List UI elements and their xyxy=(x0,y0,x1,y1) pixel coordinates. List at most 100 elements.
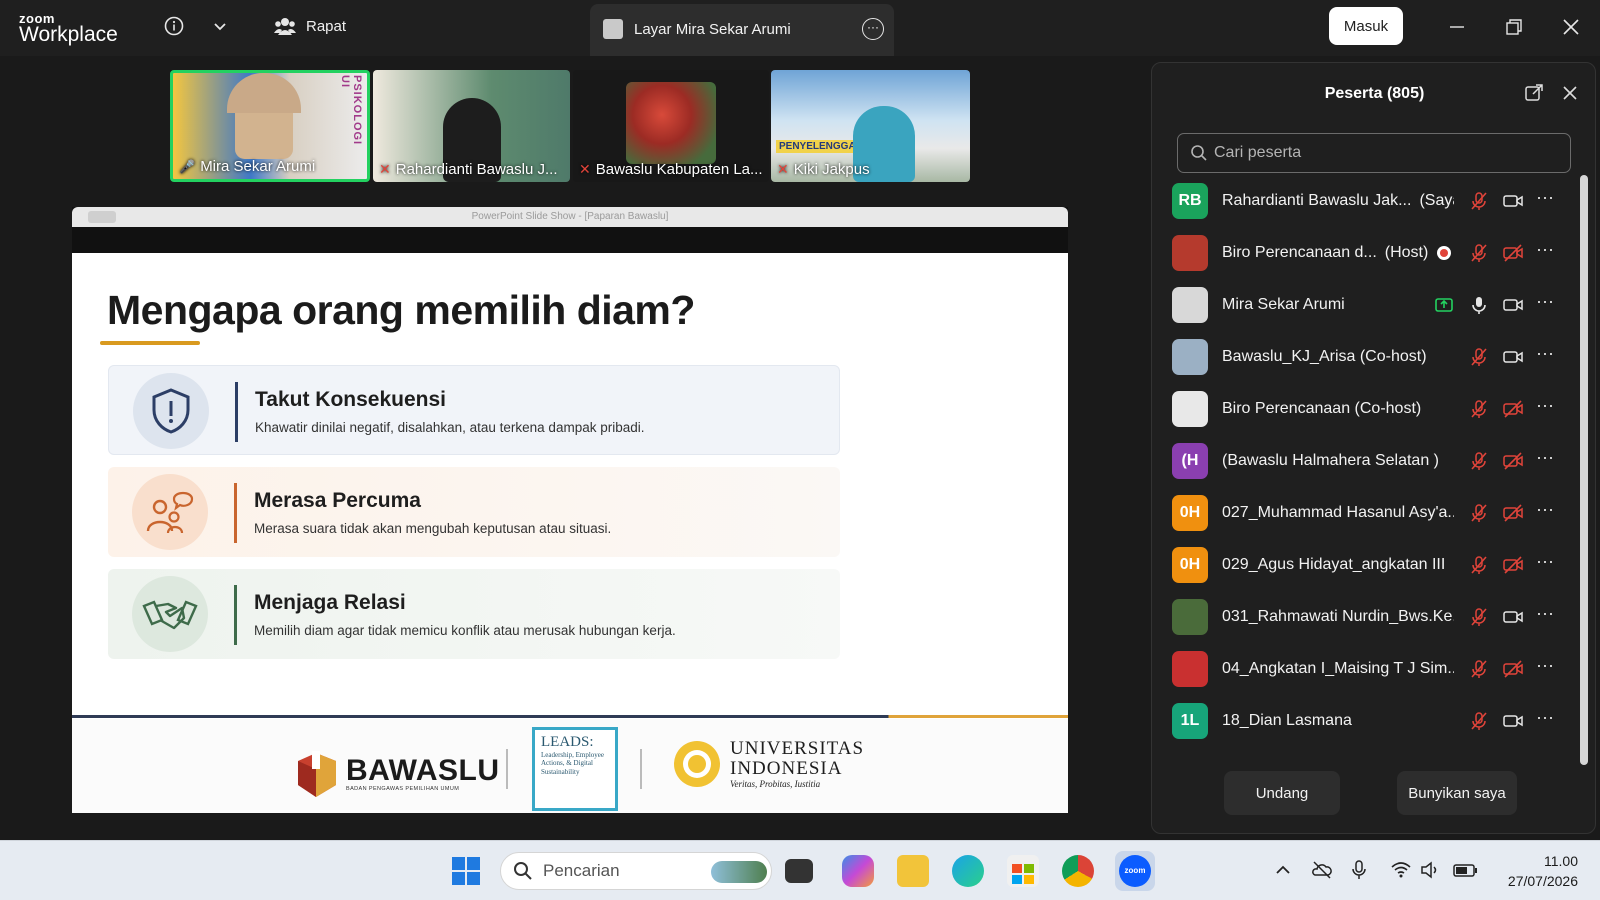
camera-off-icon[interactable] xyxy=(1503,451,1523,471)
microphone-muted-icon[interactable] xyxy=(1469,555,1489,575)
show-hidden-icons-icon[interactable] xyxy=(1272,859,1294,881)
bawaslu-logo: BAWASLU BADAN PENGAWAS PEMILIHAN UMUM xyxy=(294,749,500,799)
task-view-icon[interactable] xyxy=(785,859,813,883)
participant-more-icon[interactable]: ··· xyxy=(1536,343,1556,363)
minimize-icon[interactable] xyxy=(1446,16,1468,38)
participant-row[interactable]: (H (Bawaslu Halmahera Selatan ) ··· xyxy=(1172,435,1572,487)
screen-share-tab[interactable]: Layar Mira Sekar Arumi ··· xyxy=(590,4,894,56)
participant-more-icon[interactable]: ··· xyxy=(1536,551,1556,571)
participant-row[interactable]: Bawaslu_KJ_Arisa (Co-host) ··· xyxy=(1172,331,1572,383)
camera-icon[interactable] xyxy=(1503,607,1523,627)
participant-avatar xyxy=(1172,339,1208,375)
volume-icon[interactable] xyxy=(1419,859,1441,881)
chrome-browser-icon[interactable] xyxy=(1062,855,1094,887)
zoom-app-icon[interactable]: zoom xyxy=(1115,851,1155,891)
participant-row[interactable]: 1L 18_Dian Lasmana ··· xyxy=(1172,695,1572,747)
participant-more-icon[interactable]: ··· xyxy=(1536,239,1556,259)
participants-scrollbar[interactable] xyxy=(1580,175,1588,765)
microphone-muted-icon[interactable] xyxy=(1469,451,1489,471)
video-name-label: ✕ Rahardianti Bawaslu J... xyxy=(379,161,557,178)
onedrive-offline-icon[interactable] xyxy=(1311,859,1333,881)
video-name-label: ✕ Bawaslu Kabupaten La... xyxy=(579,161,763,178)
participant-row[interactable]: RB Rahardianti Bawaslu Jak... (Saya) ··· xyxy=(1172,175,1572,227)
participant-row[interactable]: Biro Perencanaan d... (Host) ··· xyxy=(1172,227,1572,279)
file-explorer-icon[interactable] xyxy=(897,855,929,887)
chevron-down-icon[interactable] xyxy=(208,14,232,38)
microphone-muted-icon[interactable] xyxy=(1469,399,1489,419)
participant-row[interactable]: Biro Perencanaan (Co-host) ··· xyxy=(1172,383,1572,435)
participant-row[interactable]: 0H 027_Muhammad Hasanul Asy'a... ··· xyxy=(1172,487,1572,539)
microphone-muted-icon[interactable] xyxy=(1469,607,1489,627)
microphone-muted-icon[interactable] xyxy=(1469,243,1489,263)
reason-card: Merasa Percuma Merasa suara tidak akan m… xyxy=(108,467,840,557)
participant-more-icon[interactable]: ··· xyxy=(1536,655,1556,675)
participant-more-icon[interactable]: ··· xyxy=(1536,707,1556,727)
microphone-muted-icon[interactable] xyxy=(1469,711,1489,731)
video-tile-active-speaker[interactable]: PSIKOLOGI UI 🎤 Mira Sekar Arumi xyxy=(170,70,370,182)
footer-divider xyxy=(72,715,1068,718)
battery-icon[interactable] xyxy=(1452,859,1480,881)
participant-avatar xyxy=(1172,287,1208,323)
close-window-icon[interactable] xyxy=(1560,16,1582,38)
microphone-icon[interactable] xyxy=(1469,295,1489,315)
participant-more-icon[interactable]: ··· xyxy=(1536,499,1556,519)
search-participants-input[interactable]: Cari peserta xyxy=(1177,133,1571,173)
participant-row[interactable]: 04_Angkatan I_Maising T J Sim... ··· xyxy=(1172,643,1572,695)
participant-more-icon[interactable]: ··· xyxy=(1536,603,1556,623)
more-options-icon[interactable]: ··· xyxy=(862,18,884,40)
participant-row[interactable]: 031_Rahmawati Nurdin_Bws.Ke... ··· xyxy=(1172,591,1572,643)
search-highlight-image xyxy=(711,861,767,883)
restore-icon[interactable] xyxy=(1503,16,1525,38)
logo-separator xyxy=(506,749,508,789)
reason-card: Takut Konsekuensi Khawatir dinilai negat… xyxy=(108,365,840,455)
camera-icon[interactable] xyxy=(1503,295,1523,315)
info-icon[interactable] xyxy=(162,14,186,38)
wifi-icon[interactable] xyxy=(1390,859,1412,881)
camera-off-icon[interactable] xyxy=(1503,243,1523,263)
meeting-menu[interactable]: Rapat xyxy=(274,16,346,36)
participant-row[interactable]: 0H 029_Agus Hidayat_angkatan III ··· xyxy=(1172,539,1572,591)
slide-footer-logos: BAWASLU BADAN PENGAWAS PEMILIHAN UMUM LE… xyxy=(72,719,1068,813)
participant-row[interactable]: Mira Sekar Arumi ··· xyxy=(1172,279,1572,331)
video-tile[interactable]: PENYELENGGARAAN ✕ Kiki Jakpus xyxy=(771,70,970,182)
microphone-muted-icon[interactable] xyxy=(1469,503,1489,523)
pop-out-icon[interactable] xyxy=(1524,83,1544,103)
camera-icon[interactable] xyxy=(1503,711,1523,731)
participant-name-text: 029_Agus Hidayat_angkatan III xyxy=(1222,556,1446,573)
camera-icon[interactable] xyxy=(1503,191,1523,211)
microsoft-store-icon[interactable] xyxy=(1007,855,1039,887)
sign-in-button[interactable]: Masuk xyxy=(1329,7,1403,45)
participant-name-text: Rahardianti Bawaslu Jak... xyxy=(1222,192,1412,209)
slide-title: Mengapa orang memilih diam? xyxy=(107,287,695,333)
start-button-icon[interactable] xyxy=(450,855,482,887)
camera-icon[interactable] xyxy=(1503,347,1523,367)
taskbar-search-input[interactable]: Pencarian xyxy=(500,852,772,890)
microphone-muted-icon[interactable] xyxy=(1469,347,1489,367)
invite-button[interactable]: Undang xyxy=(1224,771,1340,815)
microphone-muted-icon[interactable] xyxy=(1469,659,1489,679)
camera-off-icon[interactable] xyxy=(1503,399,1523,419)
card-title: Takut Konsekuensi xyxy=(255,388,446,411)
participant-name-text: (Bawaslu Halmahera Selatan ) xyxy=(1222,452,1439,469)
system-clock[interactable]: 11.00 27/07/2026 xyxy=(1498,852,1578,891)
participant-more-icon[interactable]: ··· xyxy=(1536,187,1556,207)
participant-more-icon[interactable]: ··· xyxy=(1536,291,1556,311)
edge-browser-icon[interactable] xyxy=(952,855,984,887)
video-tile[interactable]: ✕ Rahardianti Bawaslu J... xyxy=(373,70,570,182)
participant-name-text: Bawaslu_KJ_Arisa (Co-host) xyxy=(1222,348,1427,365)
close-panel-icon[interactable] xyxy=(1560,83,1580,103)
camera-off-icon[interactable] xyxy=(1503,555,1523,575)
copilot-icon[interactable] xyxy=(842,855,874,887)
microphone-muted-icon[interactable] xyxy=(1469,191,1489,211)
microphone-in-use-icon[interactable] xyxy=(1350,859,1372,881)
participant-more-icon[interactable]: ··· xyxy=(1536,395,1556,415)
video-tile[interactable]: ✕ Bawaslu Kabupaten La... xyxy=(573,70,769,182)
clock-time: 11.00 xyxy=(1544,853,1578,869)
participant-name-text: Biro Perencanaan (Co-host) xyxy=(1222,400,1422,417)
card-divider xyxy=(235,382,238,442)
participant-more-icon[interactable]: ··· xyxy=(1536,447,1556,467)
unmute-me-button[interactable]: Bunyikan saya xyxy=(1397,771,1517,815)
camera-off-icon[interactable] xyxy=(1503,659,1523,679)
camera-off-icon[interactable] xyxy=(1503,503,1523,523)
slideshow-titlebar: PowerPoint Slide Show - [Paparan Bawaslu… xyxy=(72,207,1068,227)
